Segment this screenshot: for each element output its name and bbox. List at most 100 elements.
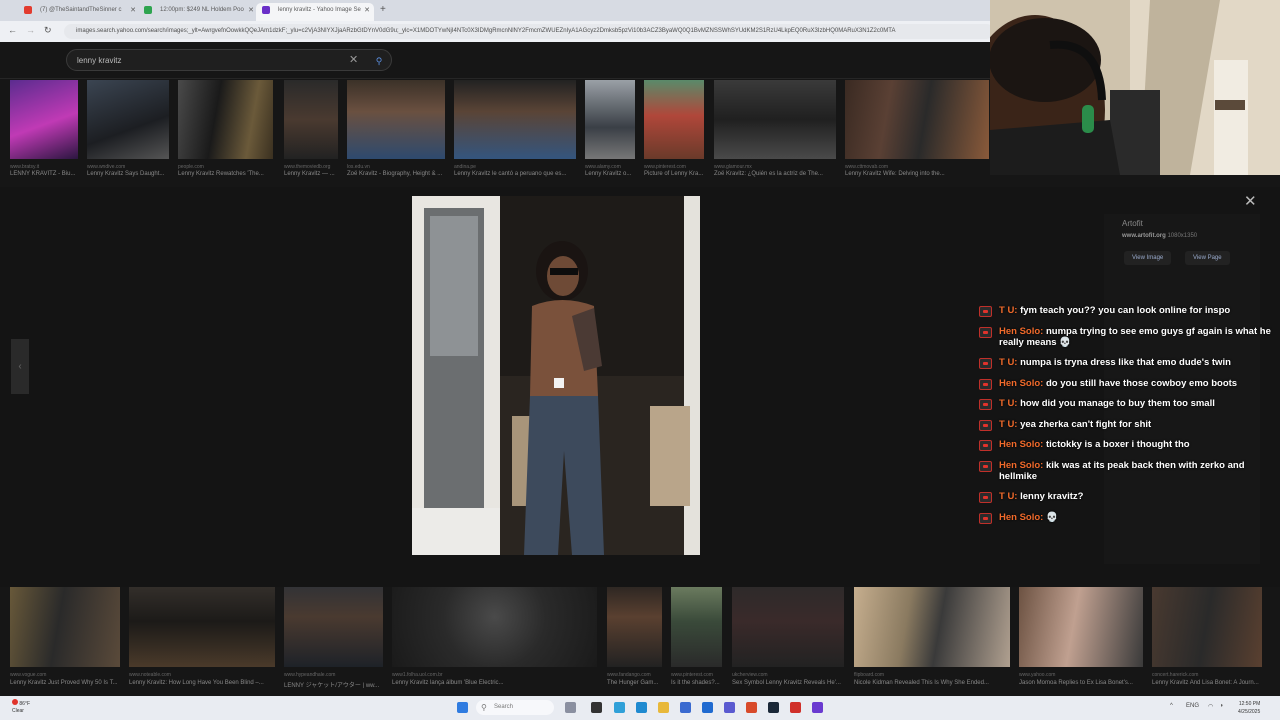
view-image-button[interactable]: View Image xyxy=(1124,251,1172,265)
thumbnail xyxy=(732,576,844,667)
browser-tab[interactable]: (7) @TheSaintandTheSinner c ✕ xyxy=(18,3,140,21)
app-icon[interactable] xyxy=(790,702,801,713)
result-source: people.com xyxy=(178,164,204,170)
result-source: www.glamour.mx xyxy=(714,164,752,170)
youtube-icon xyxy=(979,326,992,338)
image-result[interactable]: www1.folha.uol.com.br Lenny Kravitz lanç… xyxy=(392,576,597,688)
start-icon[interactable] xyxy=(457,702,468,713)
thumbnail xyxy=(284,80,338,159)
thumbnail xyxy=(607,576,662,667)
weather-widget[interactable]: 86°F Clear xyxy=(12,699,30,715)
thumbnail xyxy=(644,80,704,159)
chat-message: Hen Solo: 💀 xyxy=(976,512,1276,524)
clear-search-icon[interactable]: ✕ xyxy=(349,53,358,66)
language-indicator[interactable]: ENG xyxy=(1186,703,1199,709)
copilot-icon[interactable] xyxy=(565,702,576,713)
image-result[interactable]: andina.pe Lenny Kravitz le cantó a perua… xyxy=(454,80,576,178)
steam-icon[interactable] xyxy=(768,702,779,713)
image-result[interactable]: www.noteable.com Lenny Kravitz: How Long… xyxy=(129,576,275,688)
image-result[interactable]: www.cttmovab.com Lenny Kravitz Wife: Del… xyxy=(845,80,989,178)
result-title: Lenny Kravitz Wife: Delving into the... xyxy=(845,171,945,177)
windows-taskbar: 86°F Clear ⚲ Search ^ ENG ◠ ◗ 12:50 PM 4/2… xyxy=(0,696,1280,720)
close-viewer-icon[interactable]: ✕ xyxy=(1244,192,1257,210)
back-icon[interactable]: ← xyxy=(8,25,17,35)
close-tab-icon[interactable]: ✕ xyxy=(364,3,370,18)
forward-icon[interactable]: → xyxy=(26,25,35,35)
image-result[interactable]: www.vogue.com Lenny Kravitz Just Proved … xyxy=(10,576,120,688)
previous-image-button[interactable]: ‹ xyxy=(11,339,29,394)
image-result[interactable]: www.wndive.com Lenny Kravitz Says Daught… xyxy=(87,80,169,178)
store-icon[interactable] xyxy=(680,702,691,713)
result-title: Zoë Kravitz - Biography, Height & ... xyxy=(347,171,443,177)
chat-message: T U: numpa is tryna dress like that emo … xyxy=(976,357,1276,369)
reload-icon[interactable]: ↻ xyxy=(44,25,52,36)
result-title: LENNY ジャケット/アウター | ww... xyxy=(284,683,380,688)
chat-message: Hen Solo: do you still have those cowboy… xyxy=(976,378,1276,390)
result-title: Sex Symbol Lenny Kravitz Reveals He'... xyxy=(732,680,841,686)
chat-message: Hen Solo: tictokky is a boxer i thought … xyxy=(976,439,1276,451)
thumbnail xyxy=(129,576,275,667)
main-image[interactable] xyxy=(412,196,700,555)
url-field[interactable]: images.search.yahoo.com/search/images;_y… xyxy=(64,24,994,39)
network-icon[interactable]: ◠ xyxy=(1208,703,1213,710)
tray-chevron-icon[interactable]: ^ xyxy=(1170,703,1173,709)
result-title: Lenny Kravitz — ... xyxy=(284,171,335,177)
search-box[interactable]: lenny kravitz ✕ ⚲ xyxy=(66,49,392,71)
search-icon[interactable]: ⚲ xyxy=(371,53,387,69)
site-domain: www.artofit.org 1080x1350 xyxy=(1122,233,1198,239)
image-result[interactable]: www.yahoo.com Jason Momoa Replies to Ex … xyxy=(1019,576,1143,688)
result-source: www.alamy.com xyxy=(585,164,621,170)
edge-app-icon[interactable] xyxy=(636,702,647,713)
taskbar-search[interactable]: ⚲ Search xyxy=(476,700,554,715)
image-result[interactable]: www.hypeandhale.com LENNY ジャケット/アウター | w… xyxy=(284,576,383,688)
edge-icon[interactable] xyxy=(614,702,625,713)
result-source: www.wndive.com xyxy=(87,164,126,170)
tab-label: (7) @TheSaintandTheSinner c xyxy=(40,7,122,13)
thumbnail xyxy=(10,576,120,667)
view-page-button[interactable]: View Page xyxy=(1185,251,1230,265)
image-result[interactable]: www.fandango.com The Hunger Gam... xyxy=(607,576,662,688)
image-result[interactable]: www.bratsy.it LENNY KRAVITZ - Biu... xyxy=(10,80,78,178)
image-result[interactable]: los.edu.vn Zoë Kravitz - Biography, Heig… xyxy=(347,80,445,178)
new-tab-button[interactable]: + xyxy=(380,4,386,15)
image-result[interactable]: flipboard.com Nicole Kidman Revealed Thi… xyxy=(854,576,1010,688)
site-name: Artofit xyxy=(1122,219,1143,228)
result-source: andina.pe xyxy=(454,164,476,170)
result-source: www.vogue.com xyxy=(10,672,47,678)
teams-icon[interactable] xyxy=(724,702,735,713)
tab-label: 12:00pm: $249 NL Holdem Poo xyxy=(160,7,244,13)
result-title: LENNY KRAVITZ - Biu... xyxy=(10,171,76,177)
result-source: www.fandango.com xyxy=(607,672,651,678)
close-tab-icon[interactable]: ✕ xyxy=(248,3,254,18)
browser-tab[interactable]: 12:00pm: $249 NL Holdem Poo ✕ xyxy=(138,3,258,21)
volume-icon[interactable]: ◗ xyxy=(1220,703,1224,709)
browser-tab-active[interactable]: lenny kravitz - Yahoo Image Se ✕ xyxy=(256,3,374,21)
thumbnail xyxy=(392,576,597,667)
result-title: Lenny Kravitz: How Long Have You Been Bl… xyxy=(129,680,264,686)
image-result[interactable]: www.pinterest.com Is it the shades?... xyxy=(671,576,722,688)
image-result[interactable]: www.themoviedb.org Lenny Kravitz — ... xyxy=(284,80,338,178)
image-result[interactable]: ukcherview.com Sex Symbol Lenny Kravitz … xyxy=(732,576,844,688)
chat-message: T U: lenny kravitz? xyxy=(976,491,1276,503)
image-result[interactable]: www.alamy.com Lenny Kravitz o... xyxy=(585,80,635,178)
youtube-icon xyxy=(979,512,992,524)
close-tab-icon[interactable]: ✕ xyxy=(130,3,136,18)
image-result[interactable]: people.com Lenny Kravitz Rewatches 'The.… xyxy=(178,80,273,178)
search-input[interactable]: lenny kravitz xyxy=(77,56,121,65)
result-source: www.pinterest.com xyxy=(644,164,686,170)
chat-message: Hen Solo: kik was at its peak back then … xyxy=(976,460,1276,482)
result-title: The Hunger Gam... xyxy=(607,680,659,686)
result-title: Nicole Kidman Revealed This Is Why She E… xyxy=(854,680,989,686)
result-source: www.themoviedb.org xyxy=(284,164,331,170)
image-result[interactable]: www.pinterest.com Picture of Lenny Kra..… xyxy=(644,80,704,178)
chrome-icon[interactable] xyxy=(746,702,757,713)
task-view-icon[interactable] xyxy=(591,702,602,713)
obs-icon[interactable] xyxy=(812,702,823,713)
system-clock[interactable]: 12:50 PM 4/25/2025 xyxy=(1238,700,1260,716)
image-result[interactable]: www.glamour.mx Zoë Kravitz: ¿Quién es la… xyxy=(714,80,836,178)
image-result[interactable]: concert.harerick.com Lenny Kravitz And L… xyxy=(1152,576,1262,688)
result-source: flipboard.com xyxy=(854,672,885,678)
result-title: Is it the shades?... xyxy=(671,680,720,686)
outlook-icon[interactable] xyxy=(702,702,713,713)
file-explorer-icon[interactable] xyxy=(658,702,669,713)
